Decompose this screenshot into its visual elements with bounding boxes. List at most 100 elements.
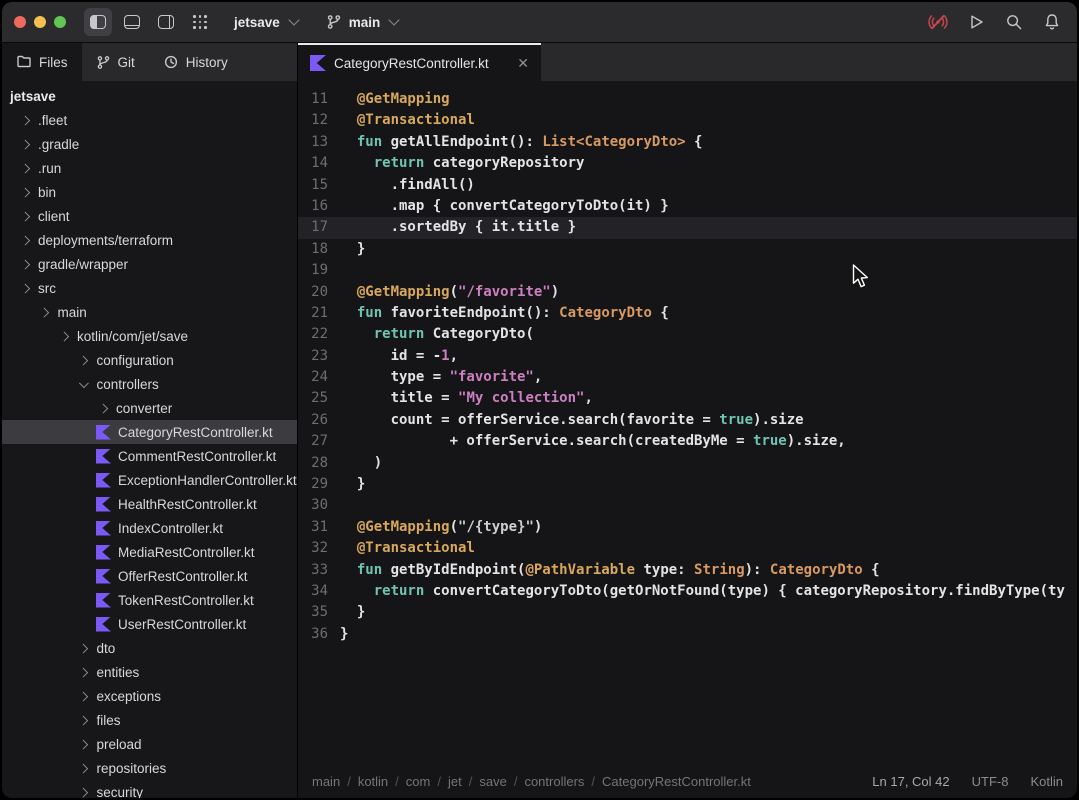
code-line-35[interactable]: 35 } <box>298 602 1077 623</box>
code-line-14[interactable]: 14 return categoryRepository <box>298 153 1077 174</box>
chevron-right-icon[interactable] <box>18 136 34 152</box>
editor-tab-categoryrestcontroller[interactable]: CategoryRestController.kt ✕ <box>298 43 541 81</box>
tree-item-configuration[interactable]: configuration <box>2 348 297 372</box>
minimize-window-button[interactable] <box>34 16 46 28</box>
chevron-right-icon[interactable] <box>77 352 93 368</box>
tree-item-jetsave[interactable]: jetsave <box>2 84 297 108</box>
code-line-32[interactable]: 32 @Transactional <box>298 538 1077 559</box>
code-line-16[interactable]: 16 .map { convertCategoryToDto(it) } <box>298 196 1077 217</box>
tree-item-indexcontroller-kt[interactable]: IndexController.kt <box>2 516 297 540</box>
run-button[interactable] <box>965 11 987 33</box>
tree-item-tokenrestcontroller-kt[interactable]: TokenRestController.kt <box>2 588 297 612</box>
tree-item-mediarestcontroller-kt[interactable]: MediaRestController.kt <box>2 540 297 564</box>
breadcrumb-item-save[interactable]: save <box>479 774 506 789</box>
chevron-right-icon[interactable] <box>77 712 93 728</box>
search-button[interactable] <box>1003 11 1025 33</box>
chevron-down-icon[interactable] <box>77 376 93 392</box>
tree-item-gradle-wrapper[interactable]: gradle/wrapper <box>2 252 297 276</box>
tree-item-controllers[interactable]: controllers <box>2 372 297 396</box>
code-line-23[interactable]: 23 id = -1, <box>298 346 1077 367</box>
breadcrumb-item-controllers[interactable]: controllers <box>524 774 584 789</box>
code-line-26[interactable]: 26 count = offerService.search(favorite … <box>298 410 1077 431</box>
tree-item-entities[interactable]: entities <box>2 660 297 684</box>
tree-item-src[interactable]: src <box>2 276 297 300</box>
tree-item-gradle[interactable]: .gradle <box>2 132 297 156</box>
chevron-right-icon[interactable] <box>18 232 34 248</box>
tree-item-exceptionhandlercontroller-kt[interactable]: ExceptionHandlerController.kt <box>2 468 297 492</box>
branch-switcher[interactable]: main <box>326 14 400 30</box>
code-line-28[interactable]: 28 ) <box>298 453 1077 474</box>
smart-mode-off-button[interactable] <box>927 11 949 33</box>
code-line-17[interactable]: 17 .sortedBy { it.title } <box>298 217 1077 239</box>
tree-item-preload[interactable]: preload <box>2 732 297 756</box>
close-tab-icon[interactable]: ✕ <box>517 56 529 70</box>
project-switcher[interactable]: jetsave <box>234 14 300 30</box>
tree-item-offerrestcontroller-kt[interactable]: OfferRestController.kt <box>2 564 297 588</box>
breadcrumb-item-main[interactable]: main <box>312 774 340 789</box>
code-line-34[interactable]: 34 return convertCategoryToDto(getOrNotF… <box>298 581 1077 602</box>
chevron-right-icon[interactable] <box>18 208 34 224</box>
code-editor[interactable]: 11 @GetMapping 12 @Transactional 13 fun ge… <box>298 81 1077 764</box>
code-line-24[interactable]: 24 type = "favorite", <box>298 367 1077 388</box>
zoom-window-button[interactable] <box>54 16 66 28</box>
chevron-right-icon[interactable] <box>77 688 93 704</box>
tree-item-healthrestcontroller-kt[interactable]: HealthRestController.kt <box>2 492 297 516</box>
code-line-18[interactable]: 18 } <box>298 239 1077 260</box>
close-window-button[interactable] <box>14 16 26 28</box>
chevron-right-icon[interactable] <box>18 256 34 272</box>
tree-item-kotlin-com-jet-save[interactable]: kotlin/com/jet/save <box>2 324 297 348</box>
tree-item-bin[interactable]: bin <box>2 180 297 204</box>
chevron-right-icon[interactable] <box>18 112 34 128</box>
code-line-36[interactable]: 36} <box>298 624 1077 645</box>
code-line-19[interactable]: 19 <box>298 260 1077 281</box>
chevron-right-icon[interactable] <box>77 640 93 656</box>
chevron-right-icon[interactable] <box>77 760 93 776</box>
code-line-31[interactable]: 31 @GetMapping("/{type}") <box>298 517 1077 538</box>
code-line-21[interactable]: 21 fun favoriteEndpoint(): CategoryDto { <box>298 303 1077 324</box>
chevron-right-icon[interactable] <box>18 280 34 296</box>
tree-item-fleet[interactable]: .fleet <box>2 108 297 132</box>
tree-item-main[interactable]: main <box>2 300 297 324</box>
file-language[interactable]: Kotlin <box>1030 774 1063 789</box>
tree-item-categoryrestcontroller-kt[interactable]: CategoryRestController.kt <box>2 420 297 444</box>
code-line-29[interactable]: 29 } <box>298 474 1077 495</box>
notifications-button[interactable] <box>1041 11 1063 33</box>
code-line-11[interactable]: 11 @GetMapping <box>298 89 1077 110</box>
code-line-25[interactable]: 25 title = "My collection", <box>298 388 1077 409</box>
code-line-15[interactable]: 15 .findAll() <box>298 175 1077 196</box>
workspaces-button[interactable] <box>186 8 214 36</box>
tree-item-files[interactable]: files <box>2 708 297 732</box>
chevron-right-icon[interactable] <box>77 784 93 798</box>
tree-item-client[interactable]: client <box>2 204 297 228</box>
tab-history[interactable]: History <box>149 43 242 81</box>
chevron-right-icon[interactable] <box>77 736 93 752</box>
tree-item-converter[interactable]: converter <box>2 396 297 420</box>
toggle-bottom-panel-button[interactable] <box>118 8 146 36</box>
tab-files[interactable]: Files <box>2 43 82 81</box>
tree-item-exceptions[interactable]: exceptions <box>2 684 297 708</box>
chevron-right-icon[interactable] <box>57 328 73 344</box>
chevron-right-icon[interactable] <box>38 304 54 320</box>
tree-item-deployments-terraform[interactable]: deployments/terraform <box>2 228 297 252</box>
breadcrumb-item-com[interactable]: com <box>406 774 431 789</box>
chevron-right-icon[interactable] <box>96 400 112 416</box>
code-line-20[interactable]: 20 @GetMapping("/favorite") <box>298 282 1077 303</box>
chevron-right-icon[interactable] <box>18 160 34 176</box>
tree-item-commentrestcontroller-kt[interactable]: CommentRestController.kt <box>2 444 297 468</box>
tree-item-repositories[interactable]: repositories <box>2 756 297 780</box>
code-line-22[interactable]: 22 return CategoryDto( <box>298 324 1077 345</box>
tab-git[interactable]: Git <box>82 43 149 81</box>
breadcrumb-item-jet[interactable]: jet <box>448 774 462 789</box>
code-line-33[interactable]: 33 fun getByIdEndpoint(@PathVariable typ… <box>298 560 1077 581</box>
file-encoding[interactable]: UTF-8 <box>972 774 1009 789</box>
code-line-30[interactable]: 30 <box>298 495 1077 516</box>
tree-item-security[interactable]: security <box>2 780 297 799</box>
toggle-right-panel-button[interactable] <box>152 8 180 36</box>
toggle-left-panel-button[interactable] <box>84 8 112 36</box>
tree-item-dto[interactable]: dto <box>2 636 297 660</box>
breadcrumb-item-categoryrestcontroller-kt[interactable]: CategoryRestController.kt <box>602 774 751 789</box>
breadcrumb-item-kotlin[interactable]: kotlin <box>358 774 388 789</box>
tree-item-run[interactable]: .run <box>2 156 297 180</box>
caret-position[interactable]: Ln 17, Col 42 <box>872 774 949 789</box>
code-line-13[interactable]: 13 fun getAllEndpoint(): List<CategoryDt… <box>298 132 1077 153</box>
